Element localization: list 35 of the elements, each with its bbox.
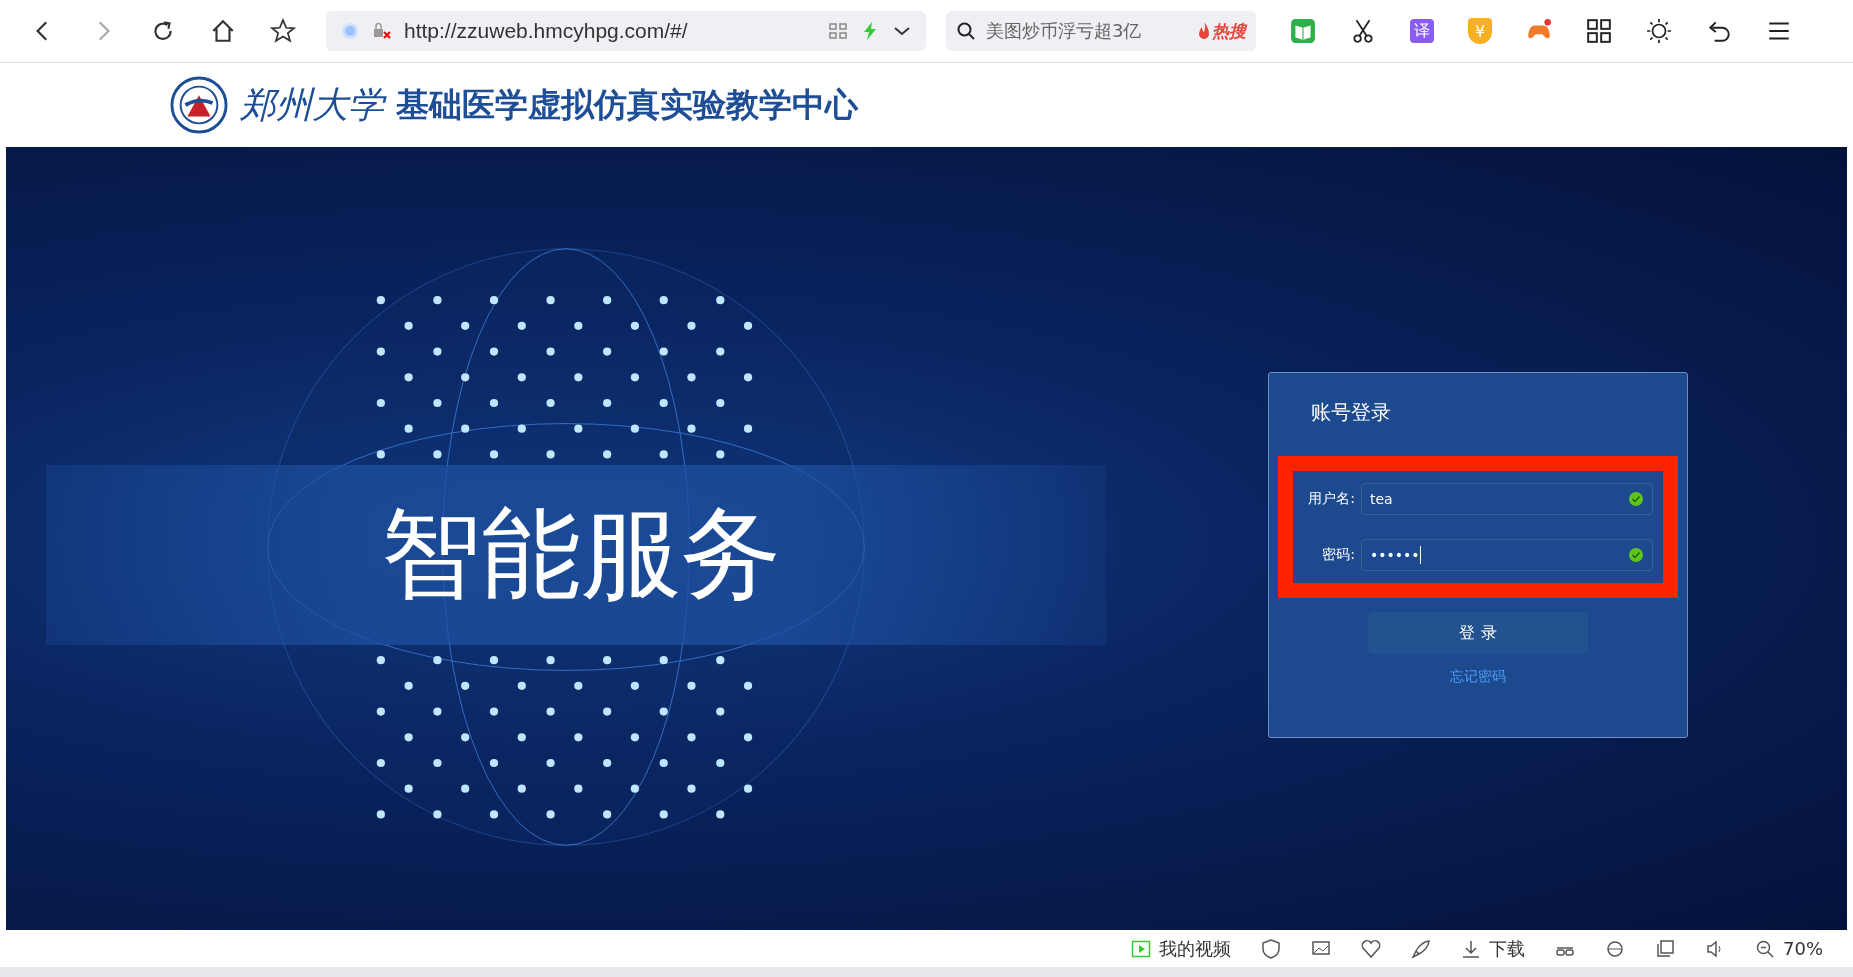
search-suggestion: 美图炒币浮亏超3亿: [986, 19, 1143, 43]
my-videos-button[interactable]: 我的视频: [1131, 936, 1231, 961]
field-value: ••••••: [1370, 547, 1420, 563]
field-label: 用户名:: [1307, 490, 1355, 508]
shield-icon[interactable]: [1261, 938, 1281, 959]
download-button[interactable]: 下载: [1461, 936, 1525, 961]
address-bar[interactable]: http://zzuweb.hmcyhpg.com/#/: [326, 11, 926, 51]
grid-icon[interactable]: [1586, 18, 1612, 44]
window-icon[interactable]: [1655, 938, 1675, 959]
field-value: tea: [1370, 491, 1393, 507]
book-icon[interactable]: [1290, 18, 1316, 44]
zoom-button[interactable]: 70%: [1755, 938, 1823, 959]
field-label: 密码:: [1321, 546, 1355, 564]
site-title: 基础医学虚拟仿真实验教学中心: [396, 83, 858, 126]
download-icon: [1461, 938, 1481, 959]
qr-icon[interactable]: [828, 21, 848, 41]
zoom-out-icon: [1755, 938, 1775, 959]
search-field[interactable]: 美图炒币浮亏超3亿 热搜: [946, 11, 1256, 51]
scissors-icon[interactable]: [1350, 18, 1376, 44]
translate-icon[interactable]: 译: [1410, 19, 1434, 43]
sun-icon[interactable]: [1646, 18, 1672, 44]
url-text: http://zzuweb.hmcyhpg.com/#/: [404, 19, 689, 43]
home-icon[interactable]: [210, 18, 236, 44]
search-icon: [956, 21, 976, 41]
lock-icon: [372, 21, 392, 41]
login-button[interactable]: 登 录: [1368, 612, 1588, 654]
play-icon: [1131, 938, 1151, 959]
input-field[interactable]: ••••••: [1361, 539, 1653, 571]
university-seal-icon: [170, 76, 228, 134]
slogan-text: 智能服务: [381, 493, 781, 614]
dot-icon: [340, 21, 360, 41]
flame-icon: [1197, 21, 1211, 41]
input-field[interactable]: tea: [1361, 483, 1653, 515]
star-icon[interactable]: [270, 18, 296, 44]
login-title: 账号登录: [1311, 399, 1391, 426]
